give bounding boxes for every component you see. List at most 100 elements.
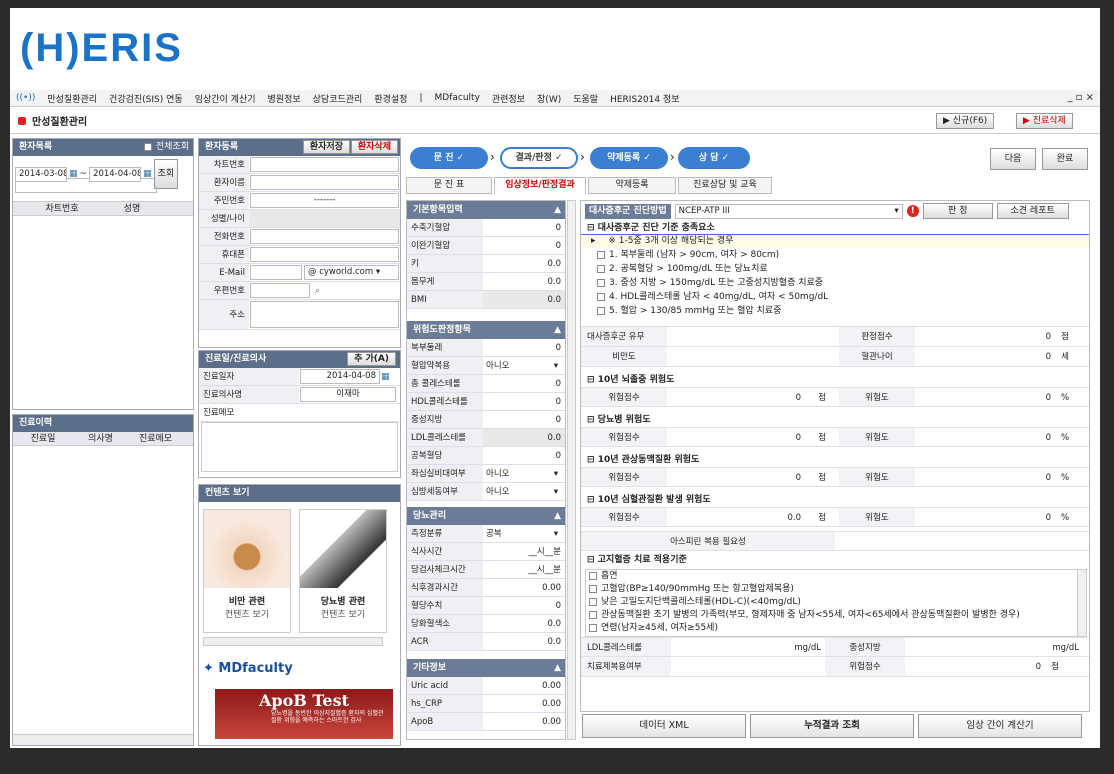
checkbox[interactable] [589,610,597,619]
criteria-item[interactable]: 3. 중성 지방 > 150mg/dL 또는 고중성지방혈증 치료중 [581,276,1089,290]
memo-textarea[interactable] [201,422,398,472]
lipid-criteria-item[interactable]: 낮은 고밀도지단백콜레스테롤(HDL-C)(<40mg/dL) [586,596,1076,609]
horizontal-scrollbar[interactable] [13,734,193,745]
menu-item[interactable]: 도움말 [573,92,598,105]
window-controls[interactable]: _ ▫ × [1067,92,1094,103]
checkbox[interactable] [589,623,597,632]
calendar-icon[interactable]: ▦ [143,169,152,179]
field-input[interactable]: 0 [483,237,565,255]
col-memo[interactable]: 진료메모 [128,432,183,445]
field-select[interactable]: 공복 ▾ [483,525,565,543]
reg-input[interactable] [250,157,399,172]
judge-button[interactable]: 판 정 [922,203,993,219]
view-all-checkbox[interactable]: 전체조회 [143,139,189,156]
tab-clinical-result[interactable]: 임상정보/판정결과 [494,177,586,194]
chevron-down-icon[interactable]: ▾ [554,483,558,500]
new-button[interactable]: ▶ 신규(F6) [936,113,995,129]
apob-test-banner[interactable]: ApoB Test 당뇨병을 동반한 이상지질혈증 환자의 심혈관질환 위험을 … [215,689,393,739]
complete-button[interactable]: 완료 [1042,148,1088,170]
checkbox[interactable] [597,292,605,301]
chevron-down-icon[interactable]: ▾ [554,357,558,374]
field-input[interactable]: 0 [483,219,565,237]
collapse-icon[interactable]: ▲ [554,659,561,677]
menu-item[interactable]: HERIS2014 정보 [610,92,679,105]
email-input[interactable] [250,265,302,280]
delete-patient-button[interactable]: 환자삭제 [350,140,398,154]
opinion-report-button[interactable]: 소견 레포트 [996,203,1069,219]
field-input[interactable]: 0.0 [483,429,565,447]
field-select[interactable]: 아니오 ▾ [483,357,565,375]
chevron-down-icon[interactable]: ▾ [554,465,558,482]
field-select[interactable]: 아니오 ▾ [483,465,565,483]
checkbox[interactable] [597,250,605,259]
horizontal-scrollbar[interactable] [203,637,383,646]
checkbox[interactable] [597,306,605,315]
diabetes-content-card[interactable]: 당뇨병 관련 컨텐츠 보기 [299,509,387,633]
field-input[interactable]: 0 [483,393,565,411]
zipcode-input[interactable] [250,283,310,298]
menu-item[interactable]: 관련정보 [492,92,525,105]
lipid-criteria-item[interactable]: 흡연 [586,570,1076,583]
criteria-item[interactable]: 2. 공복혈당 > 100mg/dL 또는 당뇨치료 [581,262,1089,276]
field-input[interactable]: 0 [483,447,565,465]
step-interview[interactable]: 문 진 ✓ [410,147,488,169]
menu-item[interactable]: MDfaculty [435,93,480,103]
field-input[interactable]: 0.0 [483,273,565,291]
field-input[interactable]: 0 [483,375,565,393]
step-result[interactable]: 결과/판정 ✓ [500,147,578,169]
reg-input[interactable] [250,247,399,262]
menu-item[interactable]: 창(W) [537,92,561,105]
visit-date-input[interactable]: 2014-04-08 [300,369,380,384]
menu-item[interactable]: 만성질환관리 [47,92,97,105]
reg-input[interactable] [250,229,399,244]
cumulative-result-button[interactable]: 누적결과 조회 [750,714,914,738]
field-input[interactable]: 0.00 [483,695,565,713]
doctor-input[interactable]: 이재마 [300,387,396,402]
chevron-down-icon[interactable]: ▾ [554,525,558,542]
col-visit-date[interactable]: 진료일 [13,432,73,445]
field-input[interactable]: 0 [483,411,565,429]
criteria-item[interactable]: 4. HDL콜레스테롤 남자 < 40mg/dL, 여자 < 50mg/dL [581,290,1089,304]
next-button[interactable]: 다음 [990,148,1036,170]
clinical-calculator-button[interactable]: 임상 간이 계산기 [918,714,1082,738]
data-xml-button[interactable]: 데이터 XML [582,714,746,738]
menu-item[interactable]: 건강검진(SIS) 연동 [109,92,183,105]
criteria-item[interactable]: 5. 혈압 > 130/85 mmHg 또는 혈압 치료중 [581,304,1089,318]
field-input[interactable]: 0.0 [483,255,565,273]
checkbox[interactable] [589,571,597,580]
tab-counsel[interactable]: 진료상담 및 교육 [678,177,772,194]
obesity-content-card[interactable]: 비만 관련 컨텐츠 보기 [203,509,291,633]
tab-drug[interactable]: 약제등록 [588,177,676,194]
col-name[interactable]: 성명 [97,202,167,215]
search-button[interactable]: 조회 [153,159,179,189]
checkbox[interactable] [597,264,605,273]
date-from-input[interactable]: 2014-03-08 [15,166,67,182]
checkbox[interactable] [589,584,597,593]
menu-item[interactable]: 상담코드관리 [313,92,363,105]
lipid-criteria-item[interactable]: 연령(남자≥45세, 여자≥55세) [586,622,1076,635]
mdfaculty-logo[interactable]: ✦ MDfaculty [203,661,293,676]
field-input[interactable]: __시__분 [483,543,565,561]
calendar-icon[interactable]: ▦ [381,368,390,385]
field-input[interactable]: __시__분 [483,561,565,579]
menu-item[interactable]: 임상간이 계산기 [195,92,256,105]
col-doctor[interactable]: 의사명 [73,432,128,445]
vertical-scrollbar[interactable] [1077,570,1086,636]
menu-item[interactable]: 환경설정 [374,92,407,105]
tab-questionnaire[interactable]: 문 진 표 [406,177,492,194]
add-visit-button[interactable]: 추 가(A) [347,352,396,366]
field-input[interactable]: 0.0 [483,633,565,651]
field-input[interactable]: 0.0 [483,615,565,633]
checkbox[interactable] [589,597,597,606]
search-icon[interactable]: ⌕ [315,282,320,299]
step-counsel[interactable]: 상 담 ✓ [678,147,750,169]
collapse-icon[interactable]: ▲ [554,507,561,525]
col-chart-number[interactable]: 차트번호 [27,202,97,215]
lipid-criteria-item[interactable]: 관상동맥질환 조기 발병의 가족력(부모, 형제자매 중 남자<55세, 여자<… [586,609,1076,622]
field-select[interactable]: 아니오 ▾ [483,483,565,501]
reg-input[interactable] [250,301,399,328]
field-input[interactable]: 0.0 [483,291,565,309]
field-input[interactable]: 0 [483,339,565,357]
checkbox[interactable] [597,278,605,287]
field-input[interactable]: 0.00 [483,579,565,597]
